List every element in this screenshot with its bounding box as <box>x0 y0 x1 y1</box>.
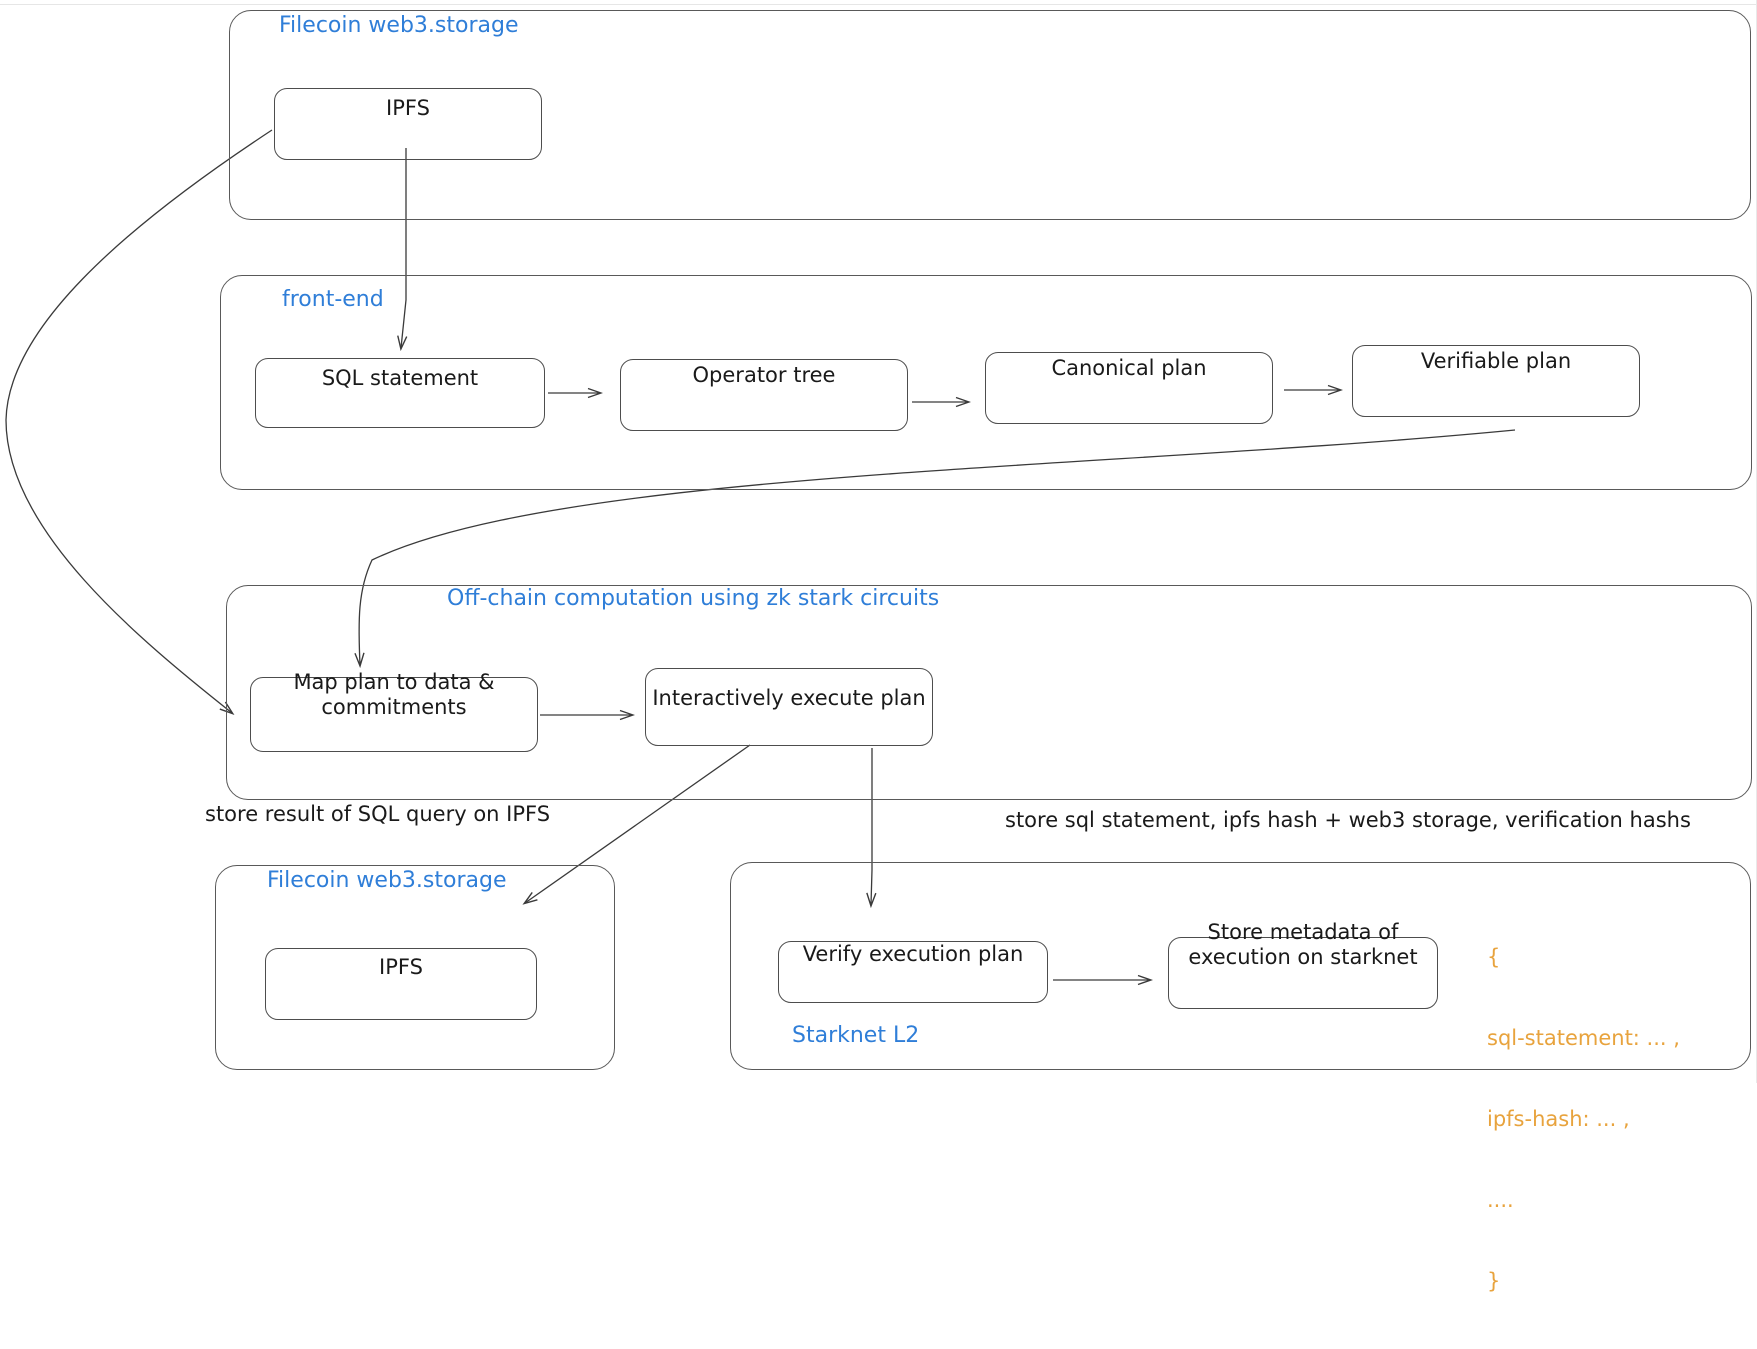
group-frontend-label: front-end <box>282 287 384 312</box>
json-line-sql-statement: sql-statement: ... , <box>1487 1026 1680 1050</box>
json-line-ipfs-hash: ipfs-hash: ... , <box>1487 1107 1630 1131</box>
node-map-plan-label: Map plan to data & commitments <box>293 670 495 719</box>
node-sql-statement-label: SQL statement <box>321 366 479 390</box>
node-ipfs-bottom-label: IPFS <box>379 955 423 979</box>
group-starknet-label: Starknet L2 <box>792 1023 920 1048</box>
json-line-close: } <box>1487 1269 1501 1293</box>
node-verifiable-plan-label: Verifiable plan <box>1420 349 1572 373</box>
node-ipfs-top-label: IPFS <box>386 96 430 120</box>
node-canonical-plan-label: Canonical plan <box>1051 356 1207 380</box>
caption-store-result-ipfs: store result of SQL query on IPFS <box>205 802 551 826</box>
json-snippet: { sql-statement: ... , ipfs-hash: ... , … <box>1487 890 1680 1349</box>
group-offchain-label: Off-chain computation using zk stark cir… <box>447 586 940 611</box>
node-store-metadata-label: Store metadata of execution on starknet <box>1188 920 1418 969</box>
diagram-canvas: Filecoin web3.storage IPFS front-end SQL… <box>0 0 1757 1293</box>
json-line-open: { <box>1487 945 1501 969</box>
top-divider <box>0 0 1757 5</box>
group-filecoin-bottom-label: Filecoin web3.storage <box>267 868 507 893</box>
json-line-ellipsis: .... <box>1487 1188 1514 1212</box>
node-exec-plan-label: Interactively execute plan <box>652 686 926 710</box>
node-verify-plan-label: Verify execution plan <box>802 942 1024 966</box>
caption-store-sql-starknet: store sql statement, ipfs hash + web3 st… <box>1005 808 1691 832</box>
group-filecoin-top-label: Filecoin web3.storage <box>279 13 519 38</box>
node-operator-tree-label: Operator tree <box>692 363 836 387</box>
